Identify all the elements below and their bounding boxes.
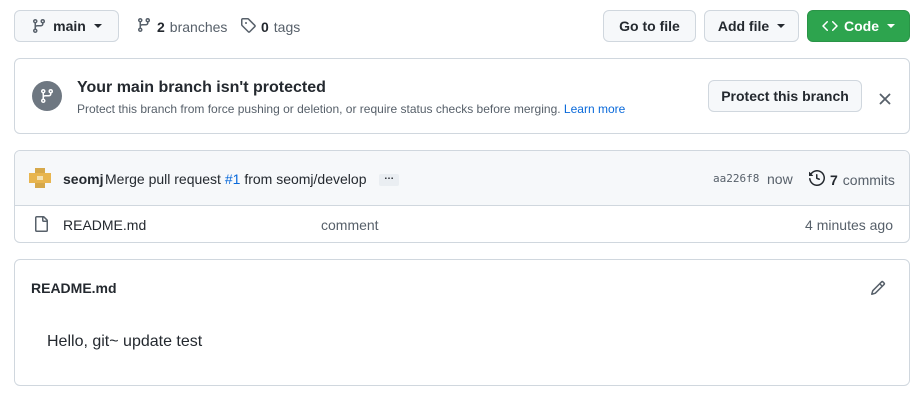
close-icon[interactable] xyxy=(877,91,893,107)
chevron-down-icon xyxy=(93,24,102,28)
git-branch-icon xyxy=(136,17,152,36)
pull-request-link[interactable]: #1 xyxy=(225,171,241,187)
branches-label: branches xyxy=(169,18,228,35)
commit-message: Merge pull request #1 from seomj/develop xyxy=(105,171,366,187)
pencil-icon[interactable] xyxy=(870,280,886,299)
chevron-down-icon xyxy=(777,24,786,28)
git-branch-icon xyxy=(31,18,47,34)
branches-count: 2 xyxy=(157,18,165,35)
protect-branch-button[interactable]: Protect this branch xyxy=(708,80,862,112)
file-name-link[interactable]: README.md xyxy=(63,217,146,233)
avatar[interactable] xyxy=(29,168,51,188)
protection-description-text: Protect this branch from force pushing o… xyxy=(77,102,561,116)
branch-protection-banner: Your main branch isn't protected Protect… xyxy=(14,58,910,134)
history-icon xyxy=(809,169,826,189)
add-file-button[interactable]: Add file xyxy=(704,10,799,42)
file-list: seomj Merge pull request #1 from seomj/d… xyxy=(14,150,910,243)
code-button[interactable]: Code xyxy=(807,10,910,42)
branch-select-label: main xyxy=(53,18,86,34)
branch-select-button[interactable]: main xyxy=(14,10,119,42)
file-commit-message[interactable]: comment xyxy=(321,217,379,233)
commit-time: now xyxy=(767,171,793,187)
commit-message-prefix: Merge pull request xyxy=(105,171,221,187)
go-to-file-button[interactable]: Go to file xyxy=(603,10,696,42)
tag-icon xyxy=(240,17,256,36)
expand-commit-message-button[interactable]: … xyxy=(379,172,399,186)
code-icon xyxy=(822,18,838,34)
commits-label: commits xyxy=(842,171,895,188)
tags-count: 0 xyxy=(261,18,269,35)
commit-author[interactable]: seomj xyxy=(63,171,103,187)
file-commit-time: 4 minutes ago xyxy=(805,217,893,233)
add-file-label: Add file xyxy=(717,18,770,34)
tags-label: tags xyxy=(273,18,301,35)
readme-panel: README.md Hello, git~ update test xyxy=(14,259,910,386)
latest-commit-row: seomj Merge pull request #1 from seomj/d… xyxy=(15,151,909,206)
code-label: Code xyxy=(844,18,879,34)
protection-description: Protect this branch from force pushing o… xyxy=(77,102,625,116)
table-row: README.md comment 4 minutes ago xyxy=(15,207,909,242)
chevron-down-icon xyxy=(887,24,895,28)
readme-title[interactable]: README.md xyxy=(31,280,117,296)
commit-message-suffix: from seomj/develop xyxy=(244,171,367,187)
readme-content: Hello, git~ update test xyxy=(47,333,203,350)
branches-link[interactable]: 2 branches xyxy=(136,17,227,36)
file-icon xyxy=(33,216,49,235)
tags-link[interactable]: 0 tags xyxy=(240,17,300,36)
protection-title: Your main branch isn't protected xyxy=(77,79,326,96)
shield-branch-icon xyxy=(32,81,62,111)
commits-count: 7 xyxy=(830,171,838,188)
commit-sha[interactable]: aa226f8 xyxy=(713,172,759,185)
commits-history-link[interactable]: 7 commits xyxy=(809,169,895,189)
learn-more-link[interactable]: Learn more xyxy=(564,102,625,116)
